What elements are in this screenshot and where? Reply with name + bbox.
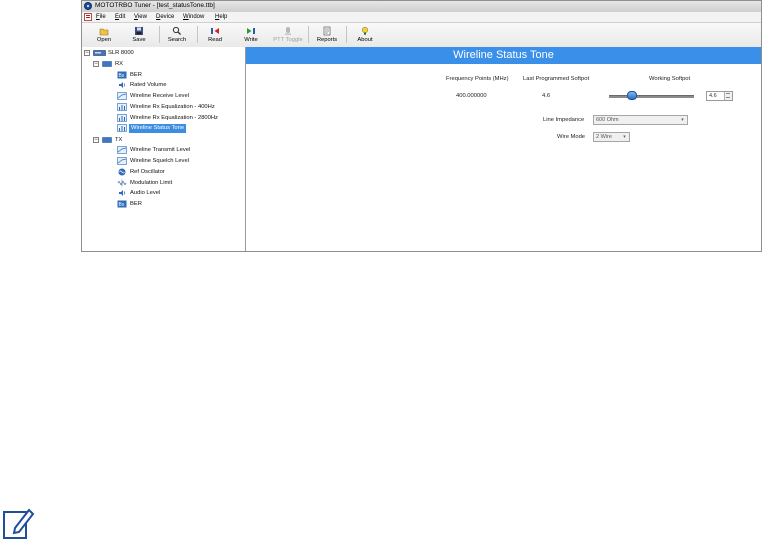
about-lightbulb-icon [361, 26, 369, 35]
tree-root-label: SLR 8000 [108, 50, 134, 56]
working-softpot-spinbox[interactable]: 4.6 [706, 91, 733, 101]
squelch-graph-icon [117, 157, 127, 165]
wire-mode-value: 2 Wire [596, 134, 612, 140]
collapse-icon[interactable]: − [84, 50, 90, 56]
note-pencil-icon [3, 508, 35, 539]
collapse-icon[interactable]: − [93, 137, 99, 143]
status-tone-icon [117, 124, 127, 132]
toolbar-separator [346, 26, 347, 43]
save-button[interactable]: Save [122, 23, 156, 46]
equalizer-icon [117, 103, 127, 111]
chevron-down-icon: ▾ [681, 117, 684, 123]
oscillator-icon [118, 168, 126, 176]
open-folder-icon [99, 28, 109, 36]
window-title: MOTOTRBO Tuner - [test_statusTone.ttb] [95, 2, 215, 9]
device-tree: − SLR 8000 − RX Bx BER Rated Volume Wire… [82, 47, 246, 251]
tree-node-tx[interactable]: − TX [93, 136, 243, 146]
menu-edit[interactable]: Edit [115, 14, 125, 20]
wire-mode-select[interactable]: 2 Wire ▾ [593, 132, 630, 142]
column-header-working-softpot: Working Softpot [649, 76, 691, 82]
read-button[interactable]: Read [198, 23, 232, 46]
read-icon [211, 28, 219, 34]
ber-icon: Bx [117, 200, 127, 208]
column-header-last-softpot: Last Programmed Softpot [523, 76, 590, 82]
modulation-icon [117, 179, 127, 187]
document-icon[interactable] [84, 13, 92, 21]
save-disk-icon [135, 27, 143, 35]
tree-node-root[interactable]: − SLR 8000 [84, 49, 244, 59]
level-graph-icon [117, 146, 127, 154]
about-button[interactable]: About [348, 23, 382, 46]
menu-window[interactable]: Window [183, 14, 204, 20]
volume-speaker-icon [119, 82, 126, 88]
ptt-toggle-button[interactable]: PTT Toggle [269, 23, 307, 46]
menu-file[interactable]: File [96, 14, 106, 20]
tuning-panel: Wireline Status Tone Frequency Points (M… [246, 47, 761, 251]
search-button[interactable]: Search [160, 23, 194, 46]
toolbar: Open Save Search Read Write PTT Toggle R… [82, 22, 761, 48]
tree-node-rx[interactable]: − RX [93, 60, 243, 70]
working-softpot-slider-track[interactable] [609, 95, 694, 98]
panel-title: Wireline Status Tone [246, 47, 761, 64]
svg-text:Bx: Bx [119, 202, 125, 208]
report-document-icon [323, 26, 331, 36]
mototrbo-logo-icon [84, 2, 92, 10]
line-impedance-label: Line Impedance [543, 117, 585, 123]
tree-rx-label: RX [115, 61, 124, 67]
write-button[interactable]: Write [234, 23, 268, 46]
open-button[interactable]: Open [87, 23, 121, 46]
frequency-value: 400.000000 [456, 93, 487, 99]
repeater-device-icon [93, 50, 106, 56]
tx-folder-icon [102, 137, 112, 143]
search-icon [172, 26, 182, 36]
menu-device[interactable]: Device [156, 14, 174, 20]
wire-mode-label: Wire Mode [557, 134, 586, 140]
collapse-icon[interactable]: − [93, 61, 99, 67]
chevron-down-icon: ▾ [623, 134, 626, 140]
svg-text:Bx: Bx [119, 73, 125, 79]
ptt-microphone-icon [285, 27, 291, 35]
working-softpot-value: 4.6 [709, 93, 717, 99]
menu-bar: File Edit View Device Window Help [82, 12, 761, 22]
spin-up-down-icon[interactable] [724, 92, 732, 100]
line-impedance-select[interactable]: 600 Ohm ▾ [593, 115, 688, 125]
reports-button[interactable]: Reports [310, 23, 344, 46]
write-icon [247, 28, 255, 34]
last-softpot-value: 4.6 [542, 93, 551, 99]
app-window: MOTOTRBO Tuner - [test_statusTone.ttb] F… [81, 0, 762, 252]
tree-tx-label: TX [115, 137, 123, 143]
working-softpot-slider-thumb[interactable] [627, 91, 637, 100]
volume-speaker-icon [119, 190, 126, 196]
ber-icon: Bx [117, 71, 127, 79]
rx-folder-icon [102, 61, 112, 67]
level-graph-icon [117, 92, 127, 100]
menu-help[interactable]: Help [215, 14, 227, 20]
equalizer-icon [117, 114, 127, 122]
menu-view[interactable]: View [134, 14, 147, 20]
line-impedance-value: 600 Ohm [596, 117, 619, 123]
column-header-frequency: Frequency Points (MHz) [446, 76, 509, 82]
toolbar-separator [308, 26, 309, 43]
